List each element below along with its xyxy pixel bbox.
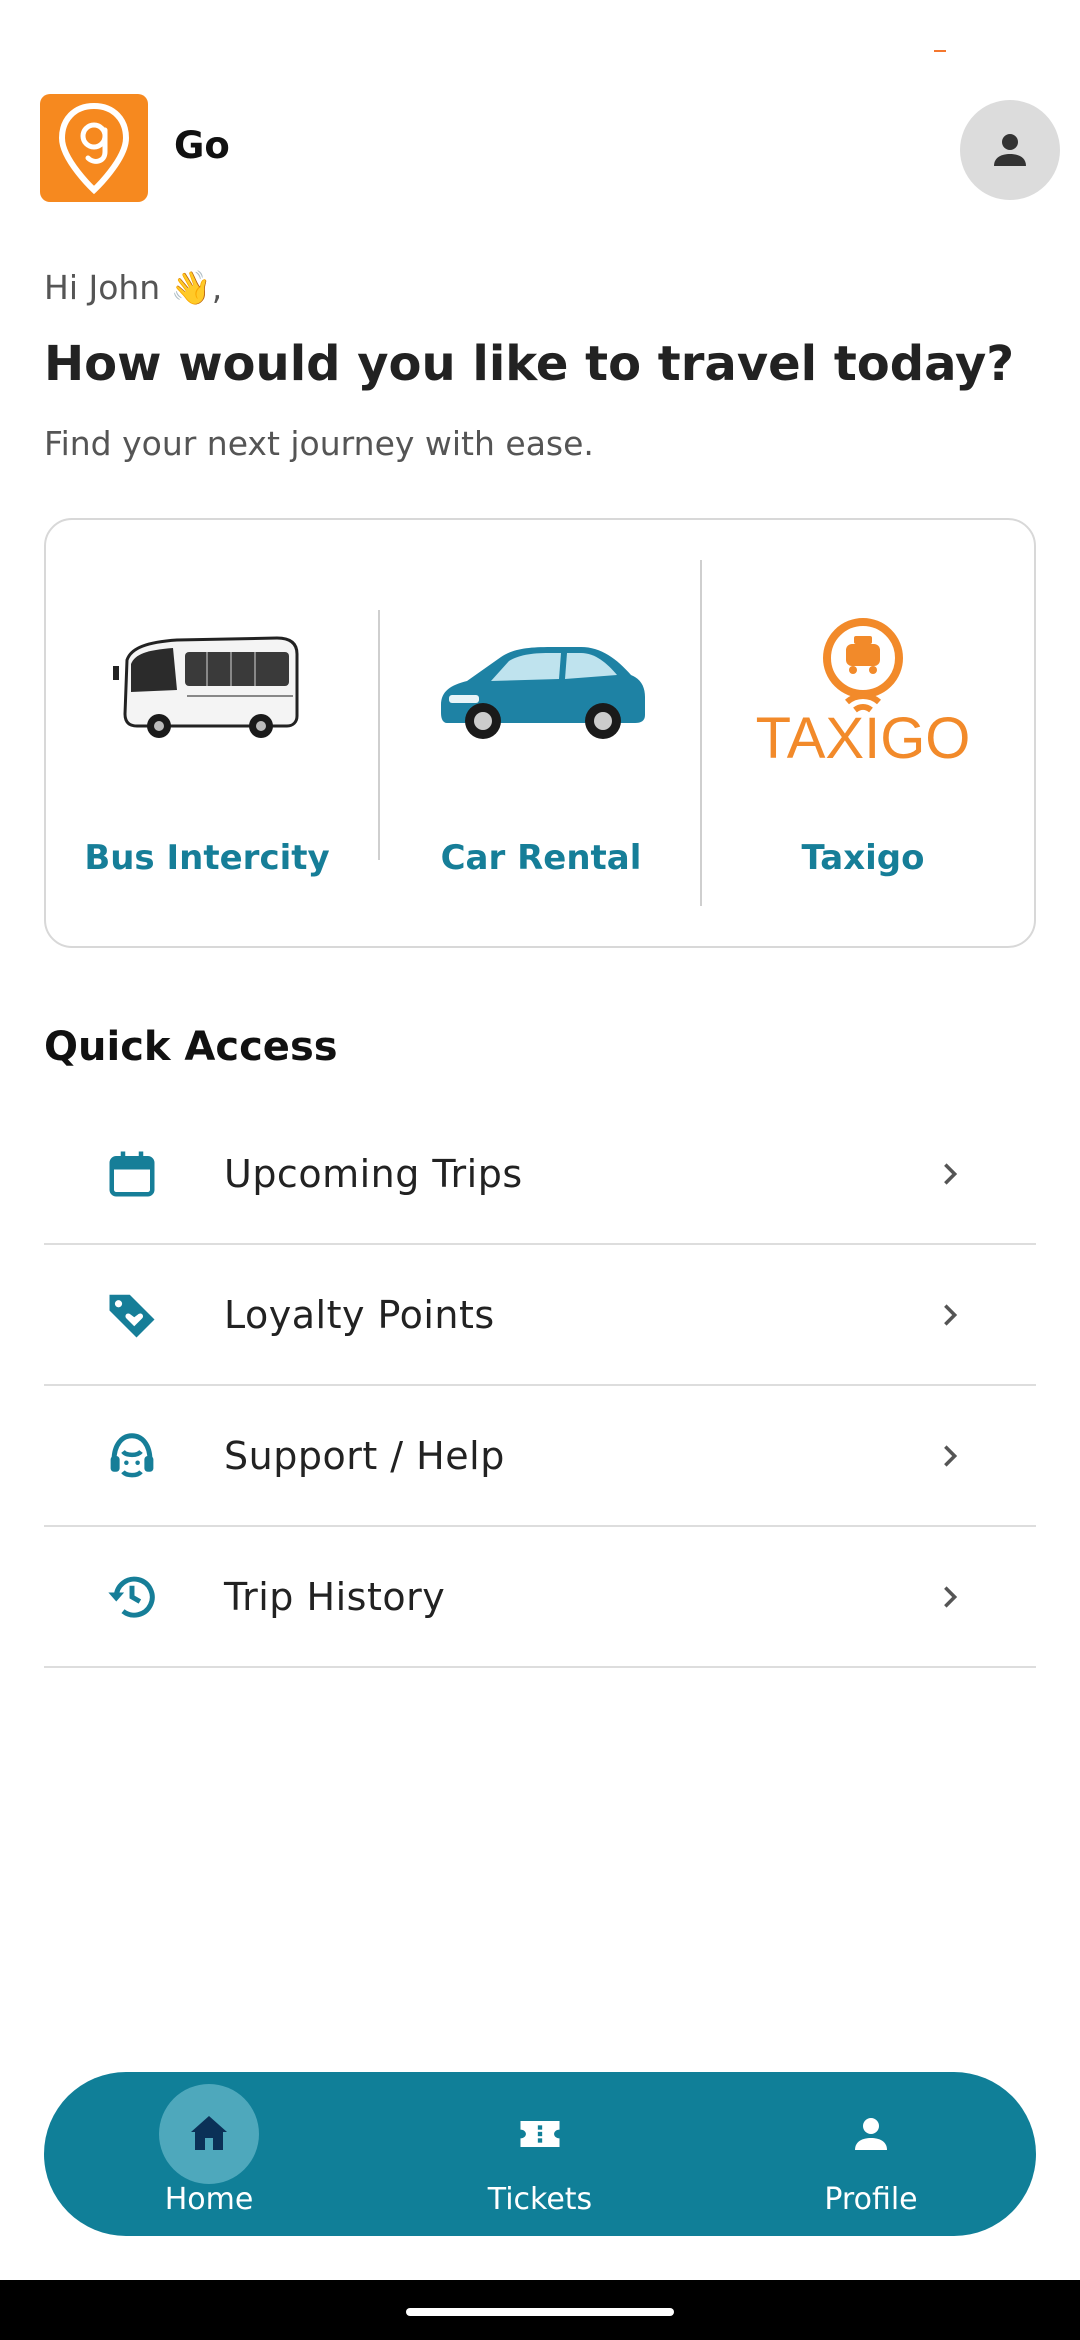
home-icon: [159, 2084, 259, 2184]
person-icon: [821, 2084, 921, 2184]
home-screen: Go Hi John 👋, How would you like to trav…: [0, 0, 1080, 2340]
quick-access-list: Upcoming Trips Loyalty Points Support / …: [44, 1104, 1036, 1668]
system-navigation-bar: [0, 2280, 1080, 2340]
service-taxigo[interactable]: TAXIGO Taxigo: [702, 520, 1024, 946]
app-header: Go: [0, 94, 1080, 204]
chevron-right-icon: [934, 1440, 966, 1472]
quick-access-upcoming-trips[interactable]: Upcoming Trips: [44, 1104, 1036, 1245]
taxigo-logo-text: TAXIGO: [756, 706, 971, 770]
home-gesture-handle[interactable]: [406, 2308, 674, 2316]
service-car-rental[interactable]: Car Rental: [380, 520, 702, 946]
chevron-right-icon: [934, 1158, 966, 1190]
nav-home[interactable]: Home: [44, 2072, 374, 2236]
service-label: Car Rental: [440, 838, 642, 878]
greeting-text: Hi John 👋,: [44, 268, 223, 307]
chevron-right-icon: [934, 1299, 966, 1331]
bottom-navigation: Home Tickets Profile: [44, 2072, 1036, 2236]
location-pin-logo-icon: [58, 102, 130, 195]
quick-access-label: Upcoming Trips: [224, 1151, 523, 1196]
app-name: Go: [174, 124, 230, 167]
bus-image: [46, 610, 368, 770]
page-subtitle: Find your next journey with ease.: [44, 424, 594, 463]
quick-access-label: Trip History: [224, 1574, 446, 1619]
nav-profile[interactable]: Profile: [706, 2072, 1036, 2236]
nav-tickets[interactable]: Tickets: [375, 2072, 705, 2236]
nav-label: Tickets: [487, 2182, 593, 2217]
chevron-right-icon: [934, 1581, 966, 1613]
service-label: Bus Intercity: [84, 838, 330, 878]
quick-access-title: Quick Access: [44, 1024, 338, 1070]
support-agent-icon: [104, 1428, 160, 1484]
app-logo: [40, 94, 148, 202]
quick-access-label: Loyalty Points: [224, 1292, 495, 1337]
calendar-icon: [104, 1146, 160, 1202]
service-bus-intercity[interactable]: Bus Intercity: [46, 520, 368, 946]
nav-label: Home: [164, 2182, 254, 2217]
page-title: How would you like to travel today?: [44, 336, 1015, 392]
taxigo-logo: TAXIGO: [702, 610, 1024, 770]
profile-avatar-button[interactable]: [960, 100, 1060, 200]
ticket-icon: [490, 2084, 590, 2184]
status-indicator: [934, 50, 946, 52]
nav-label: Profile: [824, 2182, 918, 2217]
quick-access-trip-history[interactable]: Trip History: [44, 1527, 1036, 1668]
person-icon: [994, 134, 1026, 166]
service-label: Taxigo: [801, 838, 925, 878]
quick-access-support-help[interactable]: Support / Help: [44, 1386, 1036, 1527]
tag-heart-icon: [104, 1287, 160, 1343]
quick-access-loyalty-points[interactable]: Loyalty Points: [44, 1245, 1036, 1386]
car-image: [380, 610, 702, 770]
history-icon: [104, 1569, 160, 1625]
quick-access-label: Support / Help: [224, 1433, 505, 1478]
services-card: Bus Intercity Car Rental TAXIGO Taxigo: [44, 518, 1036, 948]
